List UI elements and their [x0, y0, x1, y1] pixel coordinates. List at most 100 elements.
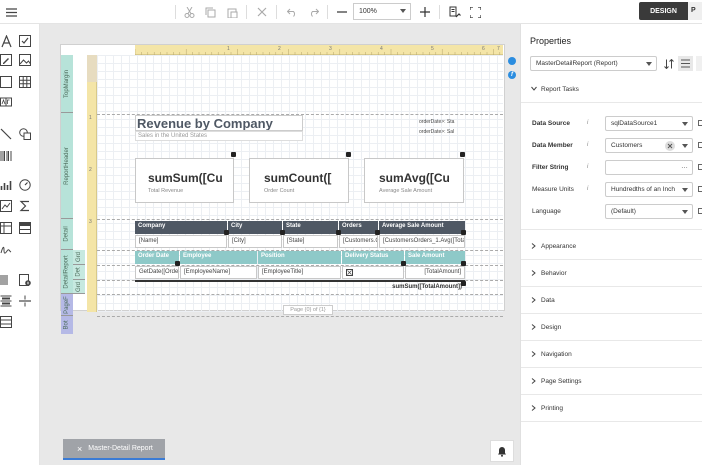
- filter-string-field[interactable]: …: [605, 160, 693, 175]
- zoom-select[interactable]: 100%: [353, 3, 411, 20]
- section-design[interactable]: Design: [521, 314, 702, 341]
- master-header-state[interactable]: State: [283, 221, 338, 234]
- band-label-report-header[interactable]: ReportHeader: [61, 113, 73, 219]
- page-info-tool-icon[interactable]: [0, 274, 13, 287]
- line-tool-icon[interactable]: [0, 128, 13, 141]
- zoom-out-icon[interactable]: [333, 3, 351, 21]
- section-navigation[interactable]: Navigation: [521, 341, 702, 368]
- filter-string-checkbox[interactable]: [698, 164, 702, 170]
- master-header-city[interactable]: City: [228, 221, 282, 234]
- band-label-page-footer[interactable]: PageF: [61, 294, 73, 316]
- info-icon[interactable]: i: [587, 164, 588, 170]
- summary-box-total-revenue[interactable]: sumSum([Cu Total Revenue: [135, 158, 234, 203]
- rich-text-tool-icon[interactable]: [0, 54, 13, 67]
- expand-actions-icon[interactable]: [508, 57, 516, 65]
- shape-tool-icon[interactable]: [19, 128, 32, 141]
- detail-header-position[interactable]: Position: [258, 251, 341, 264]
- table-tool-icon[interactable]: [19, 76, 32, 89]
- band-label-group-footer[interactable]: Grd: [73, 280, 85, 294]
- document-tab-master-detail[interactable]: × Master-Detail Report: [63, 439, 165, 460]
- detail-header-sale-amount[interactable]: Sale Amount: [405, 251, 465, 264]
- master-value-name[interactable]: [Name]: [135, 235, 227, 248]
- more-options-icon[interactable]: [696, 56, 702, 71]
- panel-tool-icon[interactable]: [0, 76, 13, 89]
- anchor-handle[interactable]: [346, 152, 351, 157]
- notifications-button[interactable]: [490, 440, 514, 462]
- delete-icon[interactable]: [253, 3, 271, 21]
- clear-icon[interactable]: [665, 141, 675, 151]
- paste-icon[interactable]: [223, 3, 241, 21]
- detail-header-employee[interactable]: Employee: [180, 251, 257, 264]
- band-label-detail-nested[interactable]: Det: [73, 265, 85, 280]
- fullscreen-icon[interactable]: [466, 3, 484, 21]
- anchor-handle[interactable]: [461, 281, 466, 286]
- picture-box-tool-icon[interactable]: [19, 54, 32, 67]
- page-break-tool-icon[interactable]: [19, 295, 32, 308]
- info-icon[interactable]: i: [587, 186, 588, 192]
- info-icon[interactable]: i: [587, 142, 588, 148]
- checkbox-tool-icon[interactable]: [19, 35, 32, 48]
- measure-units-checkbox[interactable]: [698, 186, 702, 192]
- report-page[interactable]: 1 2 3 4 5 6 7 TopMargin ReportHeader Det…: [60, 44, 516, 334]
- label-tool-icon[interactable]: [0, 35, 13, 48]
- detail-header-order-date[interactable]: Order Date: [135, 251, 179, 264]
- language-checkbox[interactable]: [698, 208, 702, 214]
- page-info-field[interactable]: Page {0} of {1}: [283, 305, 333, 315]
- report-title[interactable]: Revenue by Company: [135, 115, 303, 131]
- detail-header-delivery-status[interactable]: Delivery Status: [342, 251, 404, 264]
- report-subtitle[interactable]: Sales in the United States: [135, 131, 303, 141]
- character-comb-tool-icon[interactable]: [0, 96, 13, 109]
- data-source-select[interactable]: sqlDataSource1: [605, 116, 693, 131]
- table-of-contents-tool-icon[interactable]: [0, 295, 13, 308]
- sparkline-tool-icon[interactable]: [0, 200, 13, 213]
- signature-tool-icon[interactable]: [0, 244, 13, 257]
- anchor-handle[interactable]: [280, 230, 285, 235]
- anchor-handle[interactable]: [461, 261, 466, 266]
- tab-design[interactable]: DESIGN: [639, 2, 688, 20]
- master-value-average-sale[interactable]: [CustomersOrders_1.Avg([TotalAmount]): [379, 235, 465, 248]
- sort-alphabetical-icon[interactable]: [661, 56, 676, 71]
- section-behavior[interactable]: Behavior: [521, 260, 702, 287]
- detail-value-employee[interactable]: [EmployeeName]: [180, 266, 257, 279]
- section-appearance[interactable]: Appearance: [521, 233, 702, 260]
- master-header-average-sale[interactable]: Average Sale Amount: [379, 221, 465, 234]
- language-select[interactable]: (Default): [605, 204, 693, 219]
- anchor-handle[interactable]: [401, 261, 406, 266]
- summary-sigma-icon[interactable]: [19, 200, 32, 213]
- anchor-handle[interactable]: [175, 261, 180, 266]
- master-header-orders[interactable]: Orders: [339, 221, 378, 234]
- band-label-top-margin[interactable]: TopMargin: [61, 55, 73, 113]
- anchor-handle[interactable]: [231, 152, 236, 157]
- chart-tool-icon[interactable]: [0, 179, 13, 192]
- summary-box-order-count[interactable]: sumCount([ Order Count: [249, 158, 349, 203]
- anchor-handle[interactable]: [461, 230, 466, 235]
- group-footer-total[interactable]: sumSum([TotalAmount]): [361, 282, 465, 293]
- tab-preview[interactable]: P: [688, 2, 702, 20]
- anchor-handle[interactable]: [336, 230, 341, 235]
- section-data[interactable]: Data: [521, 287, 702, 314]
- section-report-tasks[interactable]: Report Tasks: [521, 76, 702, 103]
- band-label-bottom-margin[interactable]: Bot: [61, 316, 73, 334]
- anchor-handle[interactable]: [224, 230, 229, 235]
- undo-icon[interactable]: [283, 3, 301, 21]
- info-icon[interactable]: i: [587, 120, 588, 126]
- measure-units-select[interactable]: Hundredths of an Inch: [605, 182, 693, 197]
- anchor-handle[interactable]: [460, 152, 465, 157]
- order-date-start[interactable]: orderDate>: Sta: [417, 119, 465, 126]
- detail-value-position[interactable]: [EmployeeTitle]: [258, 266, 341, 279]
- data-member-select[interactable]: Customers: [605, 138, 693, 153]
- cut-icon[interactable]: [180, 3, 198, 21]
- design-surface[interactable]: 1 2 3 4 5 6 7 TopMargin ReportHeader Det…: [40, 24, 520, 465]
- section-printing[interactable]: Printing: [521, 395, 702, 422]
- master-value-orders[interactable]: [Customers.Orders_1: [339, 235, 378, 248]
- data-member-checkbox[interactable]: [698, 142, 702, 148]
- order-date-end[interactable]: orderDate>: Sal: [417, 129, 465, 136]
- copy-icon[interactable]: [201, 3, 219, 21]
- detail-value-delivery-status[interactable]: [342, 266, 404, 279]
- band-label-detail[interactable]: Detail: [61, 219, 73, 250]
- summary-box-average-sale[interactable]: sumAvg([Cu Average Sale Amount: [364, 158, 464, 203]
- hamburger-menu-icon[interactable]: [2, 3, 20, 21]
- validate-bindings-icon[interactable]: [446, 3, 464, 21]
- page-break-info-icon[interactable]: [19, 274, 32, 287]
- anchor-handle[interactable]: [375, 230, 380, 235]
